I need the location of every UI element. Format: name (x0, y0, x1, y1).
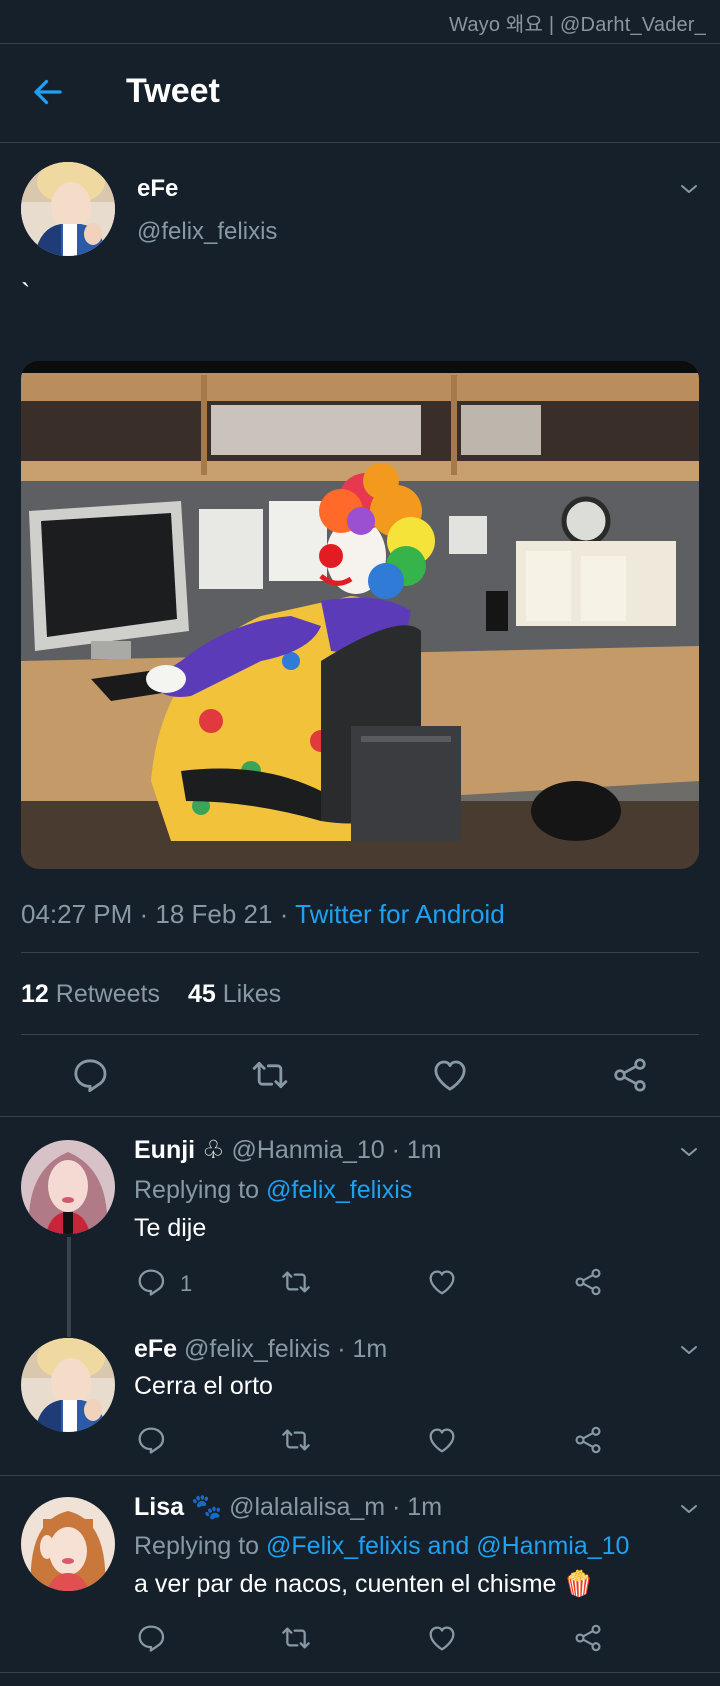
avatar-image (21, 162, 115, 256)
reply-author-badge: 🐾 (190, 1493, 223, 1521)
avatar-image (21, 1338, 115, 1432)
reply-header: Lisa 🐾 @lalalalisa_m · 1m (134, 1493, 442, 1522)
top-bar: Tweet (0, 43, 720, 143)
divider (0, 1116, 720, 1117)
chevron-down-icon[interactable] (677, 177, 701, 201)
avatar-image (21, 1497, 115, 1591)
reply-icon[interactable] (135, 1424, 167, 1456)
share-icon[interactable] (572, 1424, 604, 1456)
like-icon[interactable] (426, 1622, 458, 1654)
divider (0, 1475, 720, 1476)
reply-meta[interactable]: @Hanmia_10 · 1m (231, 1136, 441, 1164)
reply-header: Eunji ♧ @Hanmia_10 · 1m (134, 1135, 442, 1165)
reply-text: Cerra el orto (134, 1372, 273, 1400)
retweets-stat[interactable]: 12 Retweets (21, 980, 160, 1009)
thread-line (67, 1237, 71, 1337)
divider (0, 1672, 720, 1673)
like-icon[interactable] (426, 1266, 458, 1298)
reply-text: a ver par de nacos, cuenten el chisme 🍿 (134, 1570, 595, 1598)
page-title: Tweet (126, 72, 220, 110)
tweet-source-link[interactable]: Twitter for Android (295, 899, 505, 929)
replying-to-link[interactable]: @felix_felixis (266, 1176, 412, 1204)
retweet-icon[interactable] (280, 1424, 312, 1456)
chevron-down-icon[interactable] (677, 1140, 701, 1164)
reply-author-badge: ♧ (202, 1136, 225, 1164)
replying-to: Replying to @Felix_felixis and @Hanmia_1… (134, 1532, 629, 1561)
reply-count: 1 (180, 1271, 193, 1296)
replying-to-prefix: Replying to (134, 1532, 267, 1560)
retweets-count: 12 (21, 980, 49, 1008)
author-handle[interactable]: @felix_felixis (137, 218, 277, 246)
replying-to-link[interactable]: @Felix_felixis and @Hanmia_10 (266, 1532, 629, 1560)
avatar[interactable] (21, 1338, 115, 1432)
chevron-down-icon[interactable] (677, 1497, 701, 1521)
reply-header: eFe @felix_felixis · 1m (134, 1335, 387, 1364)
tweet-image[interactable] (21, 361, 699, 869)
divider (21, 1034, 699, 1035)
author-name[interactable]: eFe (137, 175, 178, 203)
reply-icon[interactable] (135, 1622, 167, 1654)
likes-label: Likes (222, 980, 282, 1008)
like-icon[interactable] (430, 1055, 470, 1095)
clown-photo (21, 361, 699, 869)
like-icon[interactable] (426, 1424, 458, 1456)
reply-icon[interactable] (135, 1266, 167, 1298)
back-arrow-icon[interactable] (30, 74, 66, 110)
likes-count: 45 (188, 980, 216, 1008)
chevron-down-icon[interactable] (677, 1338, 701, 1362)
retweet-icon[interactable] (250, 1055, 290, 1095)
divider (21, 952, 699, 953)
likes-stat[interactable]: 45 Likes (188, 980, 281, 1009)
replying-to: Replying to @felix_felixis (134, 1176, 412, 1205)
reply-text: Te dije (134, 1214, 207, 1242)
avatar[interactable] (21, 162, 115, 256)
retweet-icon[interactable] (280, 1266, 312, 1298)
avatar[interactable] (21, 1140, 115, 1234)
avatar-image (21, 1140, 115, 1234)
share-icon[interactable] (572, 1266, 604, 1298)
avatar[interactable] (21, 1497, 115, 1591)
tweet-timestamp: 04:27 PM · 18 Feb 21 · Twitter for Andro… (21, 899, 505, 930)
replying-to-prefix: Replying to (134, 1176, 267, 1204)
reply-author-name[interactable]: eFe (134, 1335, 177, 1363)
reply-meta[interactable]: @felix_felixis · 1m (184, 1335, 387, 1363)
share-icon[interactable] (572, 1622, 604, 1654)
watermark: Wayo 왜요 | @Darht_Vader_ (449, 14, 706, 36)
reply-author-name[interactable]: Eunji (134, 1136, 195, 1164)
reply-author-name[interactable]: Lisa (134, 1493, 184, 1521)
retweets-label: Retweets (55, 980, 160, 1008)
share-icon[interactable] (610, 1055, 650, 1095)
reply-icon[interactable] (70, 1055, 110, 1095)
tweet-text: ` (21, 278, 31, 309)
reply-meta[interactable]: @lalalalisa_m · 1m (229, 1493, 442, 1521)
tweet-time: 04:27 PM · 18 Feb 21 · (21, 899, 296, 929)
retweet-icon[interactable] (280, 1622, 312, 1654)
